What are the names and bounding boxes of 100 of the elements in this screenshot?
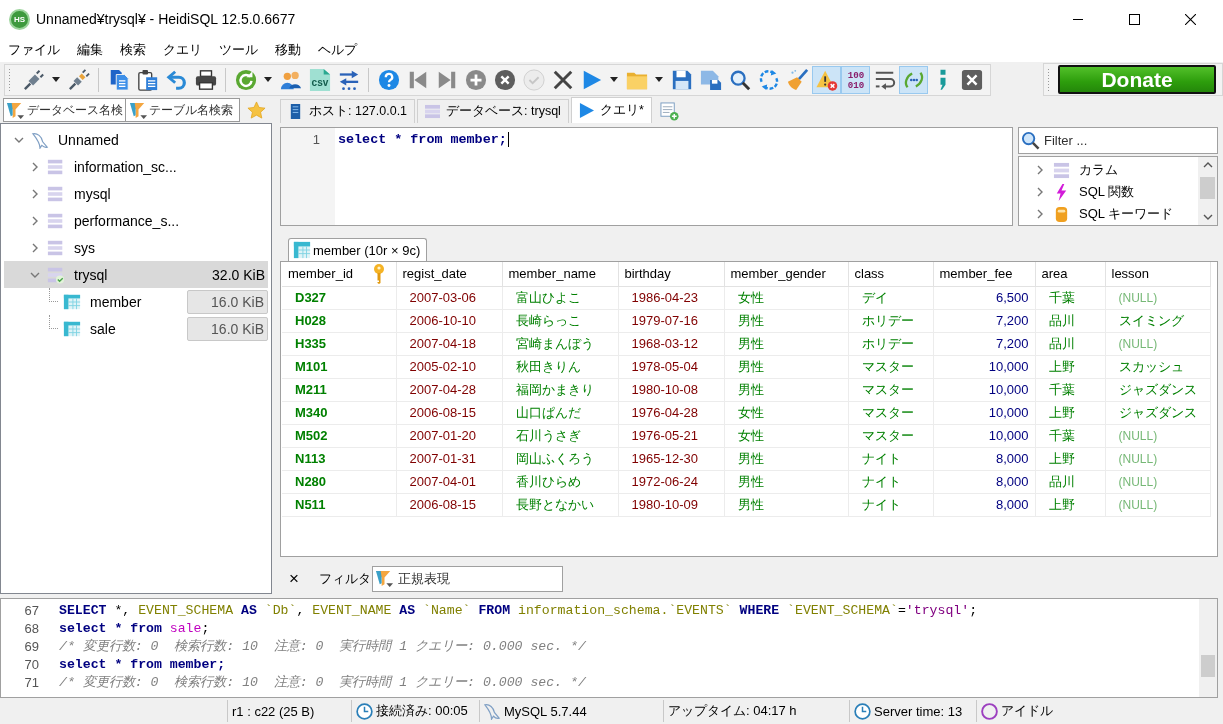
filter-field[interactable]: Filter ...: [1018, 127, 1218, 154]
line-number: 67: [23, 602, 39, 618]
table-cell: 7,200: [933, 309, 1035, 332]
column-header[interactable]: member_gender: [724, 262, 848, 286]
helper-item[interactable]: カラム: [1019, 159, 1198, 181]
scrollbar-thumb[interactable]: [1201, 655, 1215, 677]
scrollbar[interactable]: [1199, 599, 1217, 697]
tab[interactable]: ホスト: 127.0.0.1: [280, 99, 416, 123]
tree-item[interactable]: information_sc...: [4, 153, 268, 180]
column-header[interactable]: class: [848, 262, 933, 286]
tree-item[interactable]: performance_s...: [4, 207, 268, 234]
table-cell: デイ: [848, 286, 933, 309]
result-tab[interactable]: member (10r × 9c): [288, 238, 428, 261]
filter-field[interactable]: データベース名検: [3, 98, 126, 122]
chevron-up-icon[interactable]: [1203, 162, 1213, 168]
table-cell: 岡山ふくろう: [502, 447, 618, 470]
table-cell: 2006-08-15: [396, 401, 502, 424]
filter-field[interactable]: 正規表現: [371, 565, 563, 592]
tree-item[interactable]: sys: [4, 234, 268, 261]
table-cell: H028: [282, 309, 396, 332]
table-cell: 8,000: [933, 493, 1035, 516]
filter-icon: [6, 100, 25, 120]
caret-icon: [655, 77, 663, 82]
toolbar-grip[interactable]: [1047, 67, 1051, 92]
floppy-page-icon: [699, 68, 722, 91]
helper-item[interactable]: SQL 関数: [1019, 181, 1198, 203]
chevron-icon[interactable]: [1035, 209, 1045, 219]
table-cell: ホリデー: [848, 332, 933, 355]
size-label: 32.0 KiB: [212, 266, 266, 283]
chevron-icon[interactable]: [1035, 165, 1045, 175]
scrollbar-thumb[interactable]: [1200, 177, 1215, 199]
table-cell: (NULL): [1105, 470, 1210, 493]
close-icon: [1184, 13, 1196, 25]
table-cell: 2005-02-10: [396, 355, 502, 378]
database-icon: [425, 104, 441, 119]
table-cell: ナイト: [848, 447, 933, 470]
table-cell: 女性: [724, 424, 848, 447]
tree-item[interactable]: mysql: [4, 180, 268, 207]
menu-item[interactable]: ヘルプ: [311, 39, 364, 61]
menu-item[interactable]: 移動: [268, 39, 308, 61]
table-cell: 2007-01-31: [396, 447, 502, 470]
chevron-icon[interactable]: [30, 215, 40, 226]
table-cell: 秋田きりん: [502, 355, 618, 378]
menu-item[interactable]: ファイル: [1, 39, 67, 61]
filter-field[interactable]: テーブル名検索: [126, 98, 240, 122]
menu-item[interactable]: 編集: [70, 39, 110, 61]
table-cell: 長野となかい: [502, 493, 618, 516]
status-text: アイドル: [1001, 702, 1053, 720]
table-cell: ナイト: [848, 493, 933, 516]
column-header[interactable]: regist_date: [396, 262, 502, 286]
tab[interactable]: クエリ*: [570, 97, 652, 123]
table-cell: 男性: [724, 309, 848, 332]
toolbar-grip[interactable]: [8, 67, 12, 92]
column-header[interactable]: birthday: [618, 262, 724, 286]
column-header[interactable]: member_name: [502, 262, 618, 286]
text-cursor: [507, 132, 509, 147]
table-cell: 10,000: [933, 424, 1035, 447]
table-cell: 品川: [1035, 470, 1105, 493]
close-button[interactable]: ×: [286, 568, 302, 589]
column-header[interactable]: member_fee: [933, 262, 1035, 286]
arrows-icon: [337, 68, 360, 91]
table-cell: スイミング: [1105, 309, 1210, 332]
chevron-icon[interactable]: [30, 242, 40, 253]
chevron-icon[interactable]: [1035, 187, 1045, 197]
chevron-icon[interactable]: [30, 161, 40, 172]
plus-circle-icon: [464, 68, 487, 91]
plug-icon: [67, 68, 90, 91]
dolphin-icon: [484, 702, 501, 720]
table-cell: 10,000: [933, 355, 1035, 378]
column-header[interactable]: lesson: [1105, 262, 1210, 286]
helper-item[interactable]: SQL キーワード: [1019, 203, 1198, 225]
log-line: /* 変更行数: 0 検索行数: 10 注意: 0 実行時間 1 クエリー: 0.000 sec. */: [59, 638, 586, 655]
chevron-icon[interactable]: [30, 188, 40, 199]
table-cell: 上野: [1035, 355, 1105, 378]
tree-item[interactable]: Unnamed: [4, 126, 268, 153]
tree-item[interactable]: sale 16.0 KiB: [4, 315, 268, 342]
tree-item[interactable]: trysql 32.0 KiB: [4, 261, 268, 288]
table-cell: 1965-12-30: [618, 447, 724, 470]
table-cell: 男性: [724, 332, 848, 355]
line-number: 71: [23, 674, 39, 690]
query-editor[interactable]: 1 select * from member;: [280, 127, 1013, 226]
table-cell: 宮崎まんぼう: [502, 332, 618, 355]
table-cell: 1968-03-12: [618, 332, 724, 355]
tab[interactable]: データベース: trysql: [417, 99, 569, 123]
table-cell: (NULL): [1105, 332, 1210, 355]
table-cell: 2007-01-20: [396, 424, 502, 447]
column-header[interactable]: area: [1035, 262, 1105, 286]
table-cell: 10,000: [933, 378, 1035, 401]
menu-item[interactable]: 検索: [113, 39, 153, 61]
table-cell: ナイト: [848, 470, 933, 493]
scrollbar[interactable]: [1198, 157, 1217, 225]
menu-item[interactable]: ツール: [212, 39, 265, 61]
table-cell: マスター: [848, 378, 933, 401]
chevron-down-icon[interactable]: [1203, 214, 1213, 220]
menu-item[interactable]: クエリ: [156, 39, 209, 61]
table-cell: 千葉: [1035, 286, 1105, 309]
column-header[interactable]: member_id: [282, 262, 396, 286]
tree-item[interactable]: member 16.0 KiB: [4, 288, 268, 315]
broom-icon: [786, 68, 809, 91]
table-cell: 男性: [724, 447, 848, 470]
